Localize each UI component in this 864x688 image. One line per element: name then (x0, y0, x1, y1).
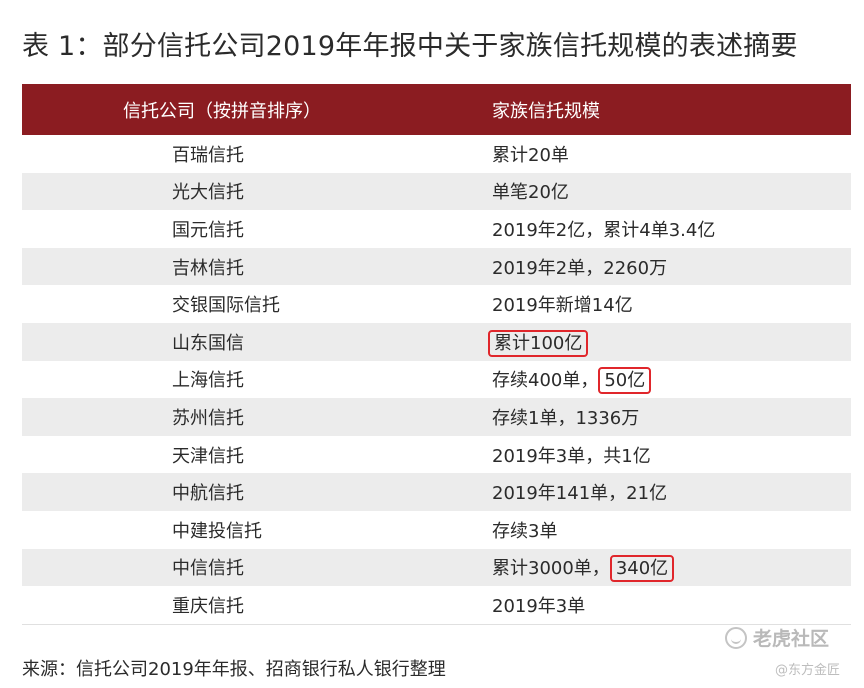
cell-company: 山东国信 (172, 332, 244, 354)
table-row: 中信信托 累计3000单， 340亿 (22, 548, 851, 587)
cell-scale: 累计100亿 (488, 329, 851, 357)
cell-scale-prefix: 存续400单， (492, 370, 599, 392)
table-row: 交银国际信托 2019年新增14亿 (22, 285, 851, 323)
highlight-box: 50亿 (598, 367, 652, 395)
family-trust-table: 信托公司（按拼音排序） 家族信托规模 百瑞信托 累计20单 光大信托 单笔20亿… (22, 84, 851, 625)
cell-company: 苏州信托 (172, 407, 244, 429)
table-row: 重庆信托 2019年3单 (22, 586, 851, 624)
table-row: 百瑞信托 累计20单 (22, 135, 851, 173)
cell-company: 中建投信托 (172, 520, 262, 542)
table-row: 国元信托 2019年2亿，累计4单3.4亿 (22, 210, 851, 248)
table-row: 中航信托 2019年141单，21亿 (22, 473, 851, 511)
cell-company: 重庆信托 (172, 595, 244, 617)
cell-company: 上海信托 (172, 370, 244, 392)
cell-scale: 存续400单， 50亿 (492, 366, 851, 395)
cell-company: 百瑞信托 (172, 144, 244, 166)
watermark-sub: @东方金匠 (775, 663, 841, 678)
tiger-community-logo-icon (725, 626, 747, 649)
cell-scale: 2019年新增14亿 (492, 295, 633, 317)
cell-company: 中航信托 (172, 483, 244, 505)
header-scale: 家族信托规模 (492, 100, 600, 122)
table-row: 天津信托 2019年3单，共1亿 (22, 435, 851, 474)
cell-scale: 存续1单，1336万 (492, 407, 640, 429)
cell-scale: 2019年2单，2260万 (492, 257, 668, 279)
watermark-text: 老虎社区 (753, 628, 830, 650)
cell-company: 吉林信托 (172, 257, 244, 279)
cell-scale: 存续3单 (492, 520, 558, 542)
cell-scale: 单笔20亿 (492, 182, 569, 204)
table-row: 山东国信 累计100亿 (22, 322, 851, 361)
cell-scale: 2019年3单 (492, 595, 586, 617)
cell-scale: 2019年2亿，累计4单3.4亿 (492, 219, 716, 241)
header-company: 信托公司（按拼音排序） (123, 100, 321, 122)
cell-company: 天津信托 (172, 445, 244, 467)
table-header: 信托公司（按拼音排序） 家族信托规模 (22, 84, 851, 135)
cell-scale: 2019年141单，21亿 (492, 483, 668, 505)
cell-company: 光大信托 (172, 182, 244, 204)
table-row: 苏州信托 存续1单，1336万 (22, 398, 851, 436)
source-note: 来源：信托公司2019年年报、招商银行私人银行整理 (22, 659, 446, 680)
table-row: 上海信托 存续400单， 50亿 (22, 360, 851, 399)
cell-company: 交银国际信托 (172, 295, 280, 317)
watermark-main: 老虎社区 (725, 624, 829, 651)
highlight-box: 累计100亿 (488, 329, 589, 357)
cell-scale: 累计3000单， 340亿 (492, 554, 851, 583)
page-title: 表 1：部分信托公司2019年年报中关于家族信托规模的表述摘要 (22, 31, 798, 62)
cell-company: 国元信托 (172, 219, 244, 241)
cell-scale: 累计20单 (492, 144, 569, 166)
table-row: 吉林信托 2019年2单，2260万 (22, 247, 851, 286)
cell-scale: 2019年3单，共1亿 (492, 445, 651, 467)
highlight-box: 340亿 (609, 555, 675, 583)
table-row: 光大信托 单笔20亿 (22, 172, 851, 211)
cell-scale-prefix: 累计3000单， (492, 558, 610, 580)
cell-company: 中信信托 (172, 558, 244, 580)
table-row: 中建投信托 存续3单 (22, 510, 851, 549)
